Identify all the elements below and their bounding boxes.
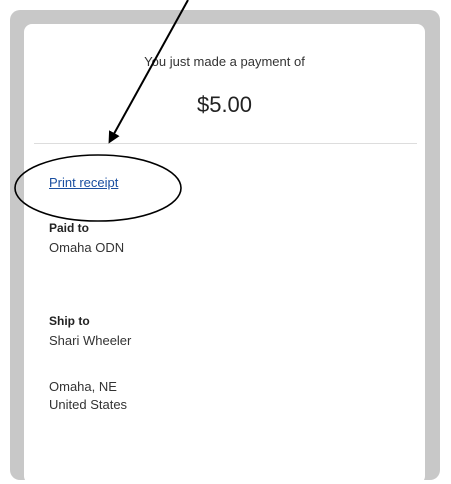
payment-amount: $5.00 [196, 92, 253, 117]
ship-to-country: United States [49, 397, 128, 412]
ship-to-name: Shari Wheeler [49, 333, 132, 348]
ship-to-city-state: Omaha, NE [49, 379, 117, 394]
payment-intro-text: You just made a payment of [144, 54, 305, 69]
ship-to-label: Ship to [49, 314, 90, 328]
print-receipt-link[interactable]: Print receipt [49, 175, 118, 190]
divider [34, 143, 417, 144]
paid-to-label: Paid to [49, 221, 90, 235]
paid-to-name: Omaha ODN [49, 240, 125, 255]
